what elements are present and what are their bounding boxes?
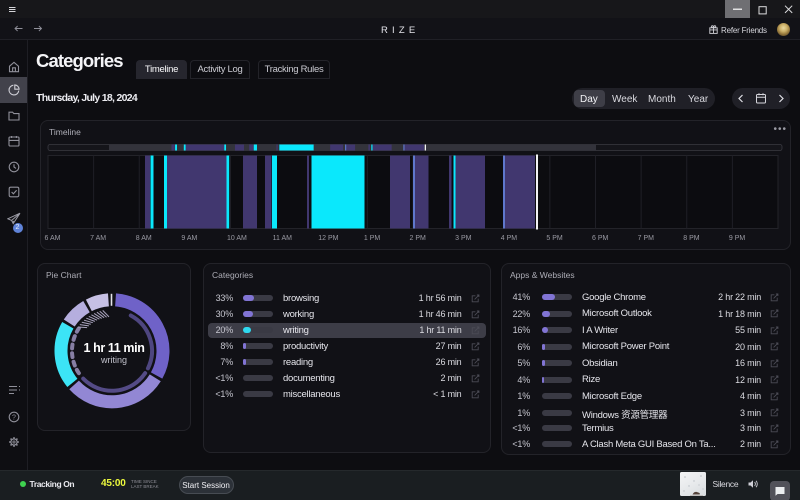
svg-text:5 PM: 5 PM	[546, 235, 563, 242]
svg-text:6 AM: 6 AM	[45, 235, 61, 242]
svg-text:7 AM: 7 AM	[90, 235, 106, 242]
svg-text:10 AM: 10 AM	[227, 235, 247, 242]
svg-text:1 PM: 1 PM	[364, 235, 381, 242]
svg-text:2 PM: 2 PM	[410, 235, 427, 242]
svg-text:7 PM: 7 PM	[638, 235, 655, 242]
svg-text:9 PM: 9 PM	[729, 235, 746, 242]
svg-text:8 PM: 8 PM	[683, 235, 700, 242]
svg-text:12 PM: 12 PM	[318, 235, 338, 242]
svg-text:9 AM: 9 AM	[181, 235, 197, 242]
svg-text:11 AM: 11 AM	[273, 235, 292, 242]
svg-text:?: ?	[12, 414, 16, 421]
svg-text:4 PM: 4 PM	[501, 235, 518, 242]
svg-text:6 PM: 6 PM	[592, 235, 609, 242]
svg-text:8 AM: 8 AM	[136, 235, 152, 242]
svg-text:3 PM: 3 PM	[455, 235, 472, 242]
